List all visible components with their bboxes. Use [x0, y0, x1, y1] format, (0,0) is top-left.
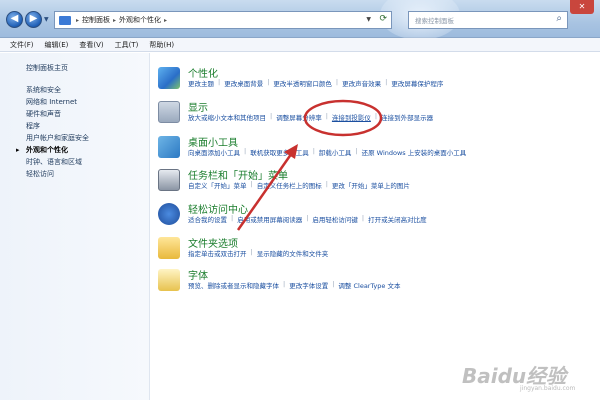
- link-adjust-screen-resolution[interactable]: 调整屏幕分辨率: [276, 112, 322, 122]
- link-change-start-picture[interactable]: 更改「开始」菜单上的图片: [332, 180, 410, 190]
- arrow-right-icon: ▶: [29, 13, 38, 24]
- link-customize-start-menu[interactable]: 自定义「开始」菜单: [188, 180, 247, 190]
- menu-help[interactable]: 帮助(H): [149, 40, 174, 50]
- link-connect-external-display[interactable]: 连接到外部显示器: [381, 112, 433, 122]
- link-divider: |: [332, 280, 335, 288]
- link-change-desktop-background[interactable]: 更改桌面背景: [224, 78, 263, 88]
- link-divider: |: [270, 112, 273, 120]
- link-divider: |: [267, 78, 270, 86]
- link-uninstall-gadget[interactable]: 卸载小工具: [319, 147, 352, 157]
- menu-bar: 文件(F) 编辑(E) 查看(V) 工具(T) 帮助(H): [0, 38, 600, 52]
- link-divider: |: [355, 147, 358, 155]
- fonts-icon[interactable]: [158, 269, 180, 291]
- link-divider: |: [325, 112, 328, 120]
- link-connect-projector[interactable]: 连接到投影仪: [332, 112, 371, 122]
- link-divider: |: [250, 180, 253, 188]
- sidebar-item-home[interactable]: 控制面板主页: [26, 62, 149, 74]
- link-cleartype[interactable]: 调整 ClearType 文本: [338, 280, 400, 290]
- category-links: 向桌面添加小工具 | 联机获取更多小工具 | 卸载小工具 | 还原 Windows 上…: [188, 147, 470, 157]
- sidebar-item-clock-region[interactable]: 时钟、语言和区域: [26, 156, 149, 168]
- main-content: 个性化 更改主题 | 更改桌面背景 | 更改半透明窗口颜色 | 更改声音效果 | 更改屏…: [150, 53, 600, 400]
- history-dropdown-icon[interactable]: ▼: [44, 16, 49, 23]
- ease-of-access-icon[interactable]: [158, 203, 180, 225]
- link-divider: |: [250, 248, 253, 256]
- category-links: 放大或缩小文本和其他项目 | 调整屏幕分辨率 | 连接到投影仪 | 连接到外部显示器: [188, 112, 437, 122]
- menu-view[interactable]: 查看(V): [79, 40, 103, 50]
- link-divider: |: [312, 147, 315, 155]
- link-show-hidden-files[interactable]: 显示隐藏的文件和文件夹: [257, 248, 329, 258]
- forward-button[interactable]: ▶: [25, 11, 42, 28]
- search-input[interactable]: 搜索控制面板 ⌕: [408, 11, 568, 29]
- category-links: 预览、删除或者显示和隐藏字体 | 更改字体设置 | 调整 ClearType 文本: [188, 280, 404, 290]
- menu-edit[interactable]: 编辑(E): [45, 40, 69, 50]
- refresh-icon[interactable]: ⟳: [379, 14, 387, 24]
- breadcrumb-separator[interactable]: ▸: [164, 17, 167, 24]
- link-divider: |: [325, 180, 328, 188]
- link-divider: |: [244, 147, 247, 155]
- link-add-gadgets[interactable]: 向桌面添加小工具: [188, 147, 240, 157]
- address-dropdown-icon[interactable]: ▼: [366, 16, 371, 23]
- display-icon[interactable]: [158, 101, 180, 123]
- link-get-more-gadgets[interactable]: 联机获取更多小工具: [250, 147, 309, 157]
- folder-options-icon[interactable]: [158, 237, 180, 259]
- menu-file[interactable]: 文件(F): [10, 40, 34, 50]
- category-links: 指定单击或双击打开 | 显示隐藏的文件和文件夹: [188, 248, 332, 258]
- link-change-screensaver[interactable]: 更改屏幕保护程序: [391, 78, 443, 88]
- link-divider: |: [306, 214, 309, 222]
- category-links: 更改主题 | 更改桌面背景 | 更改半透明窗口颜色 | 更改声音效果 | 更改屏幕保护程…: [188, 78, 447, 88]
- menu-tools[interactable]: 工具(T): [115, 40, 139, 50]
- category-links: 适合我的设置 | 启用或禁用屏幕阅读器 | 启用轻松访问键 | 打开或关闭高对比度: [188, 214, 431, 224]
- control-panel-icon: [59, 15, 71, 25]
- link-high-contrast[interactable]: 打开或关闭高对比度: [368, 214, 427, 224]
- search-icon[interactable]: ⌕: [556, 13, 562, 24]
- link-restore-gadgets[interactable]: 还原 Windows 上安装的桌面小工具: [362, 147, 467, 157]
- watermark-url: jingyan.baidu.com: [520, 385, 576, 392]
- link-divider: |: [283, 280, 286, 288]
- window-titlebar: ◀ ▶ ▼ ▸ 控制面板 ▸ 外观和个性化 ▸ ▼ ⟳ 搜索控制面板 ⌕ ✕: [0, 0, 600, 40]
- address-bar[interactable]: ▸ 控制面板 ▸ 外观和个性化 ▸ ▼ ⟳: [54, 11, 392, 29]
- link-change-theme[interactable]: 更改主题: [188, 78, 214, 88]
- link-divider: |: [361, 214, 365, 222]
- personalization-icon[interactable]: [158, 67, 180, 89]
- breadcrumb-separator[interactable]: ▸: [76, 17, 79, 24]
- link-change-sound-effects[interactable]: 更改声音效果: [342, 78, 381, 88]
- breadcrumb-appearance[interactable]: 外观和个性化: [119, 15, 161, 25]
- sidebar-item-hardware-sound[interactable]: 硬件和声音: [26, 108, 149, 120]
- link-divider: |: [335, 78, 339, 86]
- link-suggested-settings[interactable]: 适合我的设置: [188, 214, 227, 224]
- link-customize-taskbar-icons[interactable]: 自定义任务栏上的图标: [257, 180, 322, 190]
- sidebar-item-appearance[interactable]: 外观和个性化: [16, 144, 149, 156]
- link-divider: |: [218, 78, 221, 86]
- link-ease-of-access-keys[interactable]: 启用轻松访问键: [312, 214, 358, 224]
- link-divider: |: [231, 214, 234, 222]
- taskbar-icon[interactable]: [158, 169, 180, 191]
- link-font-settings[interactable]: 更改字体设置: [289, 280, 328, 290]
- link-divider: |: [385, 78, 388, 86]
- arrow-left-icon: ◀: [10, 13, 19, 24]
- link-single-double-click[interactable]: 指定单击或双击打开: [188, 248, 247, 258]
- gadgets-icon[interactable]: [158, 136, 180, 158]
- breadcrumb-separator[interactable]: ▸: [113, 17, 116, 24]
- link-divider: |: [374, 112, 378, 120]
- link-change-window-color[interactable]: 更改半透明窗口颜色: [273, 78, 332, 88]
- link-screen-reader[interactable]: 启用或禁用屏幕阅读器: [237, 214, 302, 224]
- link-preview-fonts[interactable]: 预览、删除或者显示和隐藏字体: [188, 280, 279, 290]
- breadcrumb-control-panel[interactable]: 控制面板: [82, 15, 110, 25]
- back-button[interactable]: ◀: [6, 11, 23, 28]
- search-placeholder: 搜索控制面板: [415, 17, 454, 25]
- sidebar: 控制面板主页 系统和安全 网络和 Internet 硬件和声音 程序 用户帐户和…: [0, 53, 150, 400]
- sidebar-item-network[interactable]: 网络和 Internet: [26, 96, 149, 108]
- sidebar-item-ease-of-access[interactable]: 轻松访问: [26, 168, 149, 180]
- category-links: 自定义「开始」菜单 | 自定义任务栏上的图标 | 更改「开始」菜单上的图片: [188, 180, 414, 190]
- link-text-size[interactable]: 放大或缩小文本和其他项目: [188, 112, 266, 122]
- sidebar-item-programs[interactable]: 程序: [26, 120, 149, 132]
- sidebar-item-system-security[interactable]: 系统和安全: [26, 84, 149, 96]
- close-button[interactable]: ✕: [570, 0, 594, 14]
- sidebar-item-user-accounts[interactable]: 用户帐户和家庭安全: [26, 132, 149, 144]
